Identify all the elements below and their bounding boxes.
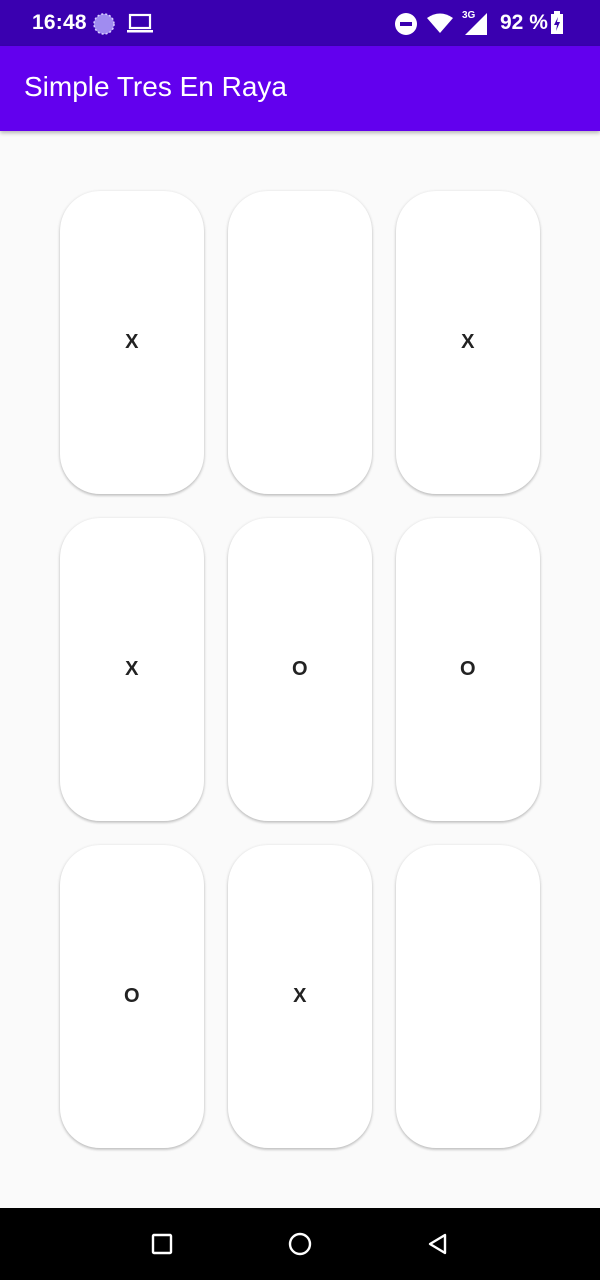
board-cell-1[interactable]: X — [60, 191, 204, 494]
cell-mark: O — [291, 658, 309, 680]
home-button[interactable] — [282, 1228, 318, 1260]
status-time: 16:48 — [32, 11, 87, 34]
cell-mark: X — [293, 985, 307, 1007]
wifi-icon — [427, 13, 453, 33]
board-cell-6[interactable]: O — [396, 518, 540, 821]
cell-mark: O — [459, 658, 477, 680]
navigation-bar — [0, 1208, 600, 1280]
laptop-icon — [127, 13, 153, 33]
home-circle-icon — [288, 1232, 312, 1256]
cell-mark: O — [123, 985, 141, 1007]
battery-percentage: 92 % — [500, 11, 548, 34]
board-cell-2[interactable] — [228, 191, 372, 494]
board-cell-5[interactable]: O — [228, 518, 372, 821]
recents-button[interactable] — [144, 1228, 180, 1260]
app-bar: Simple Tres En Raya — [0, 46, 600, 131]
status-bar: 16:48 3G 92 % — [0, 0, 600, 46]
game-board: X X X O O O X — [0, 131, 600, 1208]
mobile-signal-icon — [465, 13, 487, 35]
board-cell-9[interactable] — [396, 845, 540, 1148]
cell-mark: X — [125, 658, 139, 680]
battery-charging-icon — [551, 11, 563, 34]
app-title: Simple Tres En Raya — [24, 71, 287, 102]
do-not-disturb-icon — [395, 13, 417, 35]
board-cell-8[interactable]: X — [228, 845, 372, 1148]
assistant-orb-icon — [93, 13, 115, 35]
cell-mark: X — [461, 331, 475, 353]
recents-square-icon — [151, 1233, 173, 1255]
back-triangle-icon — [428, 1233, 447, 1255]
board-cell-4[interactable]: X — [60, 518, 204, 821]
cell-mark: X — [125, 331, 139, 353]
board-cell-3[interactable]: X — [396, 191, 540, 494]
back-button[interactable] — [420, 1228, 456, 1260]
board-cell-7[interactable]: O — [60, 845, 204, 1148]
